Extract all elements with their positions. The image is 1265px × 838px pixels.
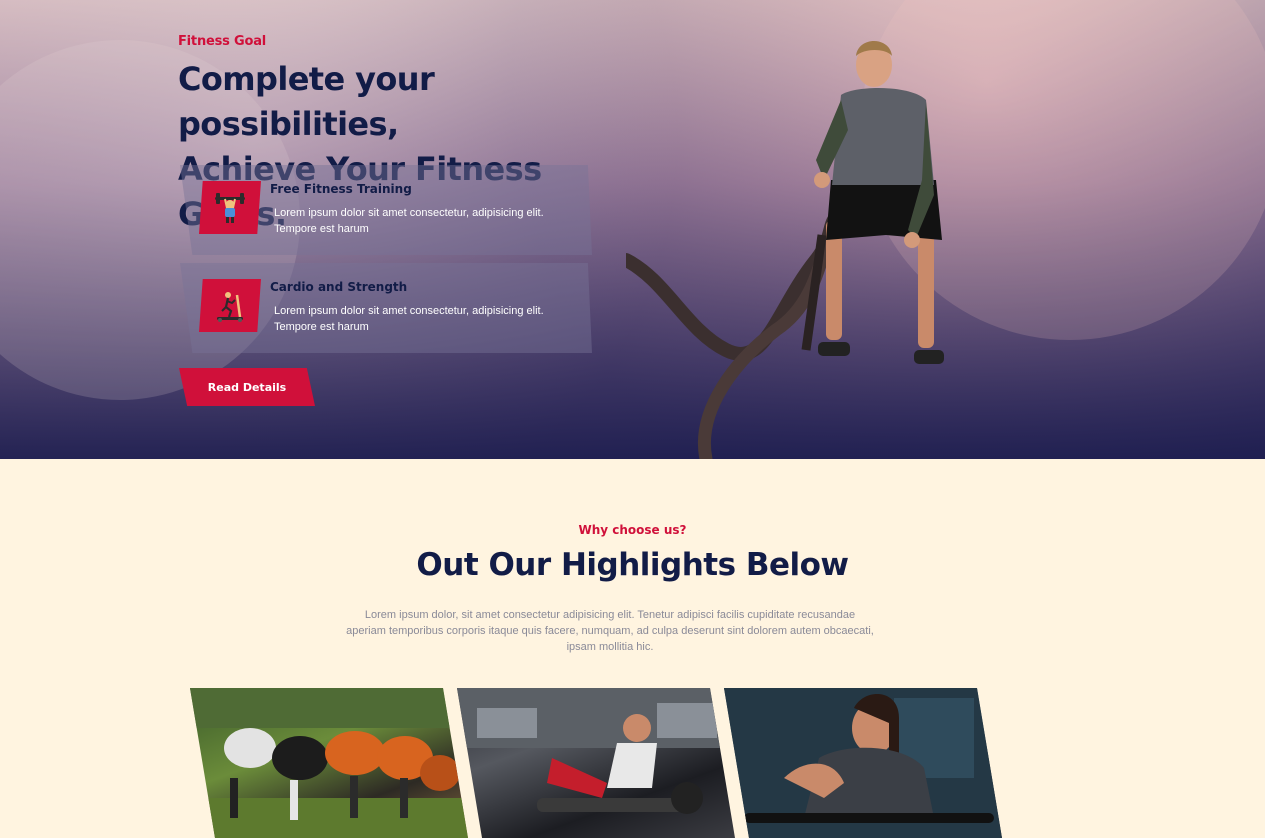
feature-text: Lorem ipsum dolor sit amet consectetur, … [274, 305, 544, 333]
feature-card-fitness-training: Free Fitness Training Lorem ipsum dolor … [180, 165, 592, 255]
highlights-description: Lorem ipsum dolor, sit amet consectetur … [346, 609, 874, 653]
feature-text: Lorem ipsum dolor sit amet consectetur, … [274, 207, 544, 235]
hero-eyebrow: Fitness Goal [178, 34, 267, 49]
highlights-section: Why choose us? Out Our Highlights Below … [0, 459, 1265, 838]
highlights-eyebrow: Why choose us? [578, 523, 687, 537]
weightlifting-icon [199, 181, 261, 234]
feature-card-cardio-strength: Cardio and Strength Lorem ipsum dolor si… [180, 263, 592, 353]
hero-section: Fitness Goal Complete your possibilities… [0, 0, 1265, 459]
read-details-button[interactable]: Read Details [179, 368, 315, 406]
rugby-scrum-photo [190, 688, 468, 838]
feature-title: Free Fitness Training [270, 182, 412, 196]
hero-title-line1: Complete your possibilities, [178, 60, 435, 143]
feature-title: Cardio and Strength [270, 280, 408, 294]
treadmill-icon [199, 279, 261, 332]
athlete-battle-ropes-image [626, 41, 944, 459]
woman-workout-photo [724, 688, 1002, 838]
highlights-title: Out Our Highlights Below [416, 547, 849, 583]
gym-rowing-woman-photo [457, 688, 735, 838]
